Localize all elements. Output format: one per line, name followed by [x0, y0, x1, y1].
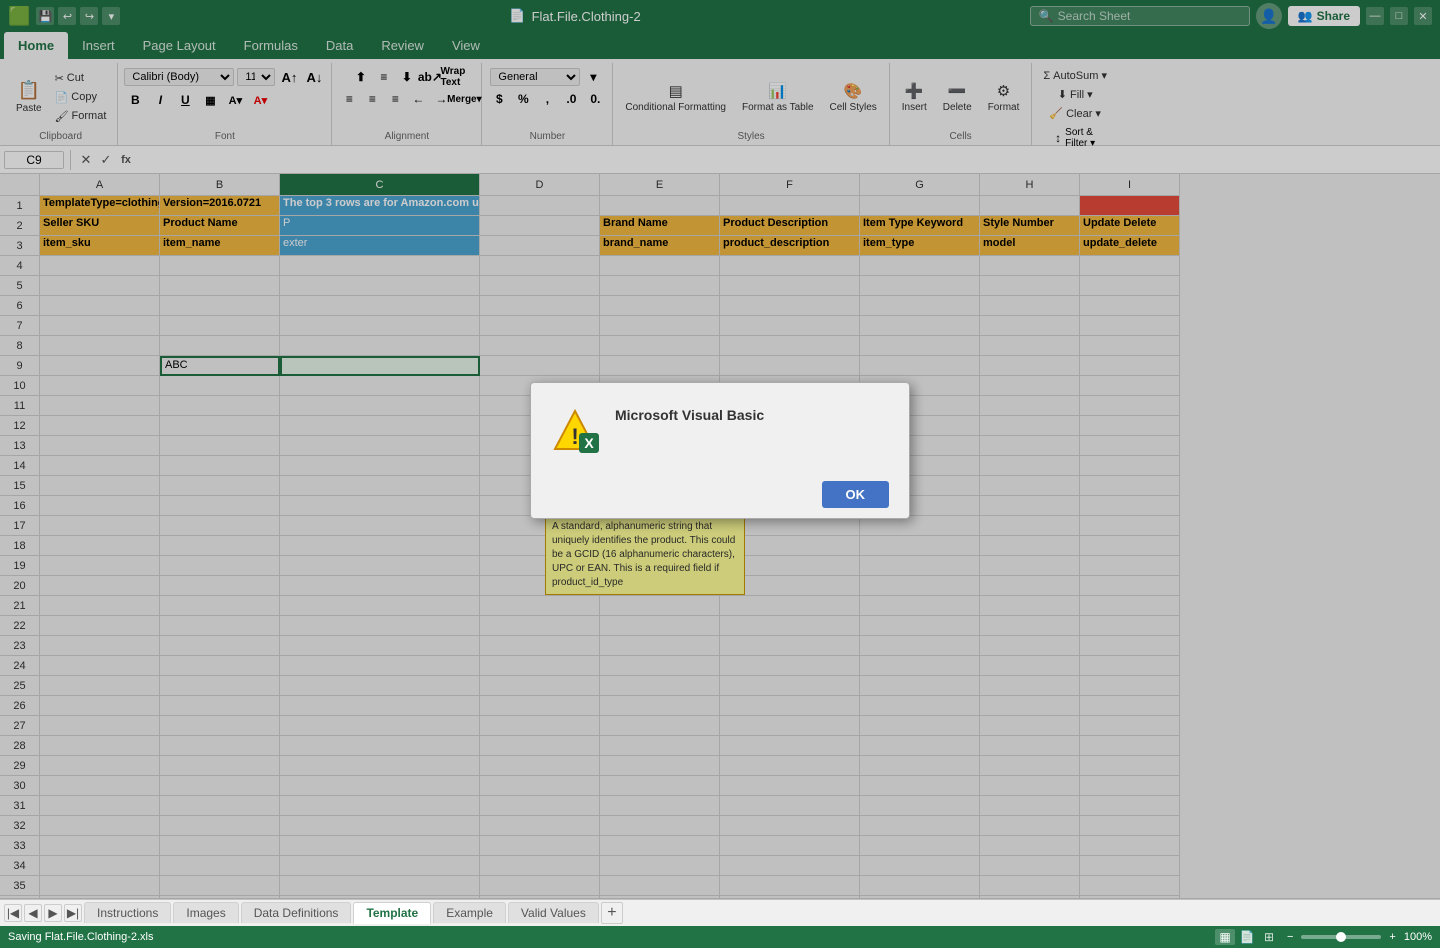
zoom-slider[interactable]	[1301, 935, 1381, 939]
status-message: Saving Flat.File.Clothing-2.xls	[8, 931, 154, 943]
tab-images[interactable]: Images	[173, 902, 238, 923]
zoom-in-btn[interactable]: +	[1389, 931, 1395, 943]
tab-nav-first[interactable]: |◀	[4, 904, 22, 922]
modal-text: Microsoft Visual Basic	[615, 407, 889, 429]
modal-overlay[interactable]: ! X Microsoft Visual Basic OK	[0, 0, 1440, 900]
modal-dialog: ! X Microsoft Visual Basic OK	[530, 382, 910, 519]
zoom-thumb	[1336, 932, 1346, 942]
tab-data-definitions[interactable]: Data Definitions	[241, 902, 352, 923]
tab-nav-prev[interactable]: ◀	[24, 904, 42, 922]
tab-instructions[interactable]: Instructions	[84, 902, 171, 923]
page-break-view-btn[interactable]: ⊞	[1259, 929, 1279, 945]
modal-content: ! X Microsoft Visual Basic	[531, 383, 909, 471]
modal-ok-button[interactable]: OK	[822, 481, 890, 508]
page-layout-view-btn[interactable]: 📄	[1237, 929, 1257, 945]
view-buttons: ▦ 📄 ⊞	[1215, 929, 1279, 945]
add-sheet-button[interactable]: +	[601, 902, 623, 924]
modal-icon: ! X	[551, 407, 599, 455]
status-right: ▦ 📄 ⊞ − + 100%	[1215, 929, 1432, 945]
normal-view-btn[interactable]: ▦	[1215, 929, 1235, 945]
modal-title: Microsoft Visual Basic	[615, 407, 889, 423]
modal-footer: OK	[531, 471, 909, 518]
zoom-level: 100%	[1404, 931, 1432, 943]
svg-text:!: !	[571, 424, 578, 449]
tab-valid-values[interactable]: Valid Values	[508, 902, 599, 923]
tab-example[interactable]: Example	[433, 902, 506, 923]
tab-template[interactable]: Template	[353, 902, 431, 924]
status-bar: Saving Flat.File.Clothing-2.xls ▦ 📄 ⊞ − …	[0, 926, 1440, 948]
zoom-out-btn[interactable]: −	[1287, 931, 1293, 943]
tab-nav-last[interactable]: ▶|	[64, 904, 82, 922]
sheet-tabs: |◀ ◀ ▶ ▶| Instructions Images Data Defin…	[0, 898, 1440, 926]
tab-nav-next[interactable]: ▶	[44, 904, 62, 922]
svg-text:X: X	[584, 435, 594, 451]
